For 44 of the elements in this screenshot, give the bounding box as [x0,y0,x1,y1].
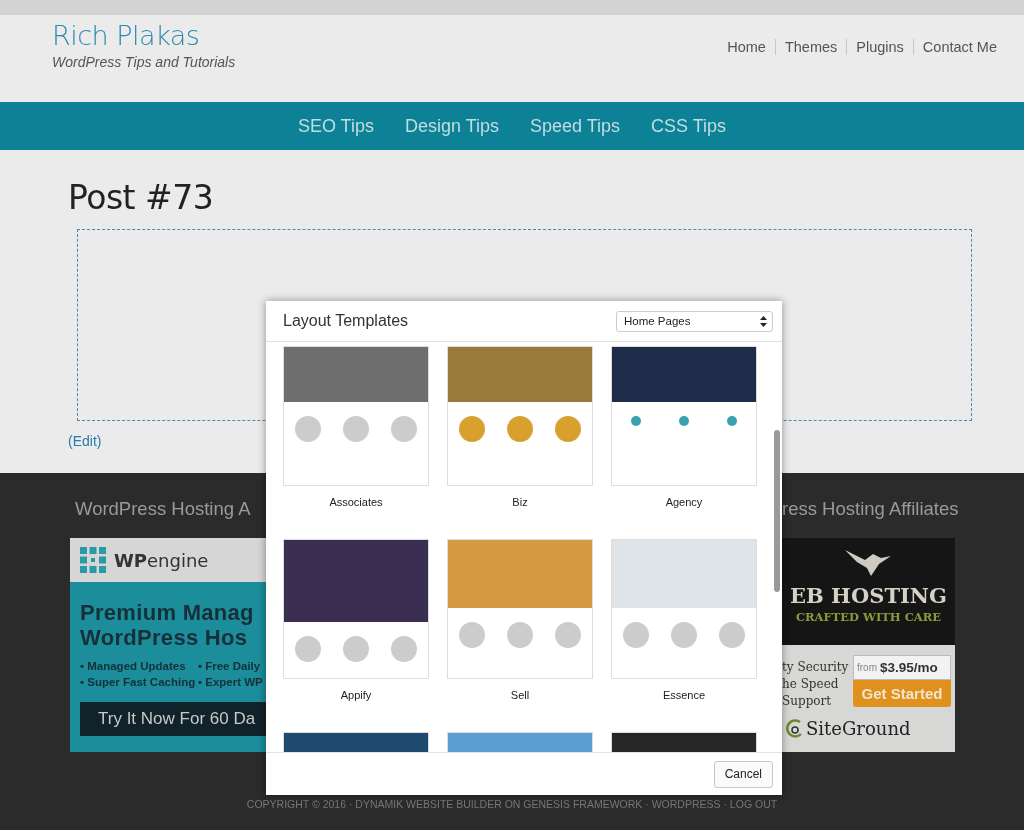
cancel-button[interactable]: Cancel [713,760,773,788]
template-preview[interactable] [283,539,429,679]
nav-link[interactable]: Themes [775,39,847,55]
grid-logo-icon [80,547,106,573]
template-name[interactable]: Associates [283,496,429,508]
nav-link[interactable]: Home [718,39,775,55]
ad-headline: WordPress Hos [80,625,249,650]
ad-feature: ty Security [782,659,849,676]
ad-cta-bar[interactable]: Try It Now For 60 Da [80,702,266,736]
template-name[interactable]: Appify [283,689,429,701]
ad-feature: • Managed Updates [80,659,187,674]
brand-logo-text: SiteGround [806,718,911,739]
ad-subheadline: CRAFTED WITH CARE [795,610,942,624]
ad-feature: he Speed [782,676,840,693]
ad-feature: • Free Daily [198,659,262,674]
swirl-logo-icon [786,718,804,739]
hosting-ad-banner[interactable]: EB HOSTING CRAFTED WITH CARE ty Security he Speed Support from $3.95/mo Get Started SiteGround [782,538,955,752]
scrollbar-thumb[interactable] [774,430,780,592]
ad-feature: • Expert WP [198,675,264,690]
price-prefix: from [857,662,877,673]
copyright-text: COPYRIGHT © 2016 · DYNAMIK WEBSITE BUILDER ON GENESIS FRAMEWORK · WORDPRESS · LOG OUT [245,798,779,810]
template-name[interactable]: Sell [447,689,593,701]
brand-logo-text: WPengine [114,549,209,571]
footer-heading: WordPress Hosting A [74,498,252,521]
template-name[interactable]: Agency [611,496,757,508]
nav-link[interactable]: Contact Me [913,39,1006,55]
hosting-ad-banner[interactable]: WPengine Premium Manag WordPress Hos • Managed Updates • Free Daily • Super Fast Caching • Expert WP Try It Now For 60 Da [70,538,266,752]
dialog-title: Layout Templates [283,312,409,330]
price-amount: $3.95/mo [880,660,938,675]
ad-feature: Support [782,693,833,710]
updown-arrows-icon [760,315,767,327]
footer-heading: ress Hosting Affiliates [782,498,960,521]
ad-headline: EB HOSTING [790,582,947,610]
post-title: Post #73 [68,178,215,217]
nav-link[interactable]: Plugins [847,39,913,55]
template-preview[interactable] [611,732,757,752]
ad-feature: • Super Fast Caching [80,675,197,690]
category-dropdown[interactable]: Home Pages [616,310,773,332]
site-tagline: WordPress Tips and Tutorials [52,54,236,70]
template-preview[interactable] [283,732,429,752]
template-preview[interactable] [611,346,757,486]
ad-headline: Premium Manag [80,600,255,625]
template-name[interactable]: Essence [611,689,757,701]
template-name[interactable]: Biz [447,496,593,508]
